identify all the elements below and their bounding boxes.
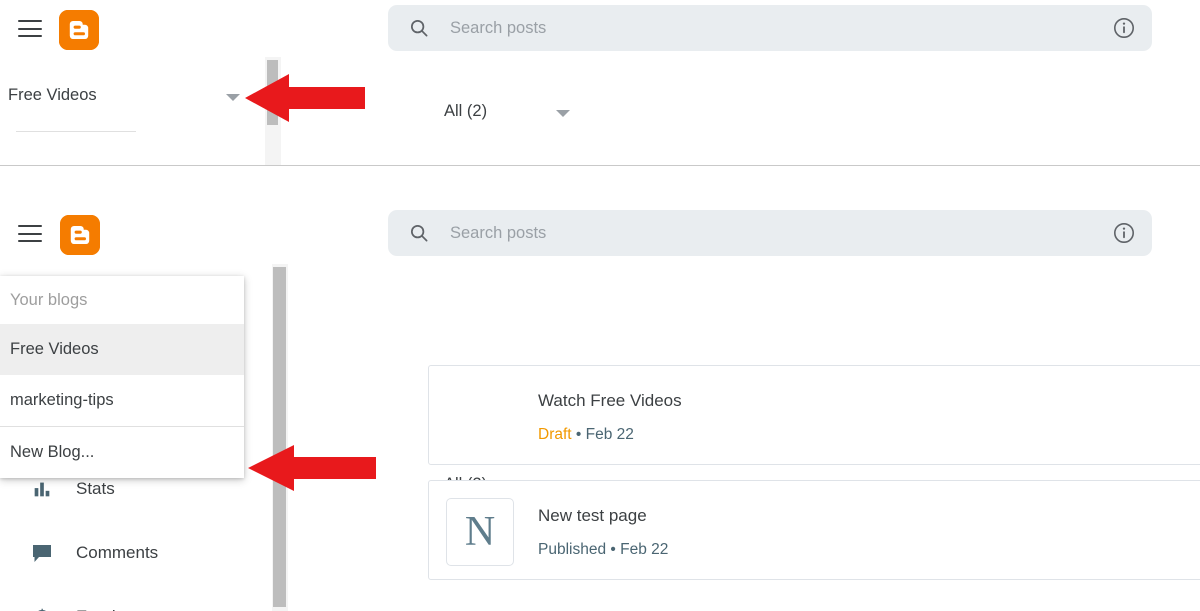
post-filter-label: All (2) [444, 102, 488, 120]
dropdown-item-label: marketing-tips [10, 391, 114, 409]
hamburger-bar [18, 240, 42, 243]
meta-separator: • [606, 541, 621, 558]
vertical-scrollbar-track[interactable] [265, 57, 281, 166]
dropdown-item-label: Free Videos [10, 340, 99, 358]
dropdown-item-label: New Blog... [10, 443, 95, 461]
post-title: New test page [538, 506, 647, 525]
hamburger-bar [18, 20, 42, 23]
dollar-icon: $ [30, 605, 54, 611]
chevron-down-icon[interactable] [226, 94, 240, 101]
meta-separator: • [571, 426, 586, 443]
svg-text:$: $ [36, 607, 47, 611]
blog-dropdown-menu: Your blogs Free Videos marketing-tips Ne… [0, 276, 244, 478]
search-input[interactable]: Search posts [388, 210, 1152, 256]
blog-selector-top[interactable]: Free Videos [0, 86, 250, 108]
post-list-item[interactable]: N New test page Published • Feb 22 [428, 480, 1200, 580]
arrow-to-blog-selector-icon [245, 74, 365, 122]
bar-chart-icon [30, 477, 54, 501]
vertical-scrollbar-track[interactable] [272, 264, 288, 611]
hamburger-icon[interactable] [18, 20, 42, 38]
post-filter-top[interactable]: All (2) [444, 102, 574, 124]
chevron-down-icon[interactable] [556, 110, 570, 117]
sidebar-item-earnings[interactable]: $ Earnings [0, 585, 272, 611]
dropdown-item-new-blog[interactable]: New Blog... [0, 427, 244, 478]
hamburger-bar [18, 35, 42, 38]
info-icon[interactable] [1112, 221, 1136, 245]
sidebar-item-label: Stats [76, 479, 115, 498]
vertical-scrollbar-thumb[interactable] [267, 60, 278, 125]
sidebar-item-label: Earnings [76, 607, 143, 611]
blogger-logo-icon[interactable] [59, 10, 99, 50]
blog-selector-underline [16, 131, 136, 132]
search-icon [408, 222, 430, 244]
comment-icon [30, 541, 54, 565]
info-icon[interactable] [1112, 16, 1136, 40]
hamburger-bar [18, 27, 42, 30]
post-list-item[interactable]: Watch Free Videos Draft • Feb 22 [428, 365, 1200, 465]
sidebar-nav: Stats Comments $ Earnings [0, 457, 272, 611]
panel-divider [0, 165, 1200, 166]
dropdown-item-free-videos[interactable]: Free Videos [0, 324, 244, 375]
post-title: Watch Free Videos [538, 391, 682, 410]
top-header-bar: Search posts [0, 0, 1200, 57]
top-screenshot-panel: Search posts Free Videos All (2) [0, 0, 1200, 166]
search-placeholder-text: Search posts [450, 19, 547, 37]
sidebar-item-comments[interactable]: Comments [0, 521, 272, 585]
bottom-header-bar: Search posts [0, 167, 1200, 256]
bottom-screenshot-panel: Search posts Stats Comments Your blogs F… [0, 167, 1200, 611]
post-date: Feb 22 [620, 541, 669, 558]
post-thumbnail: N [446, 498, 514, 566]
sidebar-item-label: Comments [76, 543, 159, 562]
dropdown-item-marketing-tips[interactable]: marketing-tips [0, 375, 244, 426]
search-placeholder-text: Search posts [450, 224, 547, 242]
blogger-logo-icon[interactable] [60, 215, 100, 255]
blog-selector-label: Free Videos [8, 86, 97, 104]
post-meta: Published • Feb 22 [538, 541, 668, 559]
vertical-scrollbar-thumb[interactable] [273, 267, 286, 607]
hamburger-bar [18, 225, 42, 228]
status-badge: Draft [538, 426, 572, 443]
hamburger-icon[interactable] [18, 225, 42, 243]
status-badge: Published [538, 541, 607, 558]
hamburger-bar [18, 232, 42, 235]
post-date: Feb 22 [585, 426, 634, 443]
post-meta: Draft • Feb 22 [538, 426, 634, 444]
dropdown-header-label: Your blogs [10, 291, 88, 309]
search-icon [408, 17, 430, 39]
search-input[interactable]: Search posts [388, 5, 1152, 51]
